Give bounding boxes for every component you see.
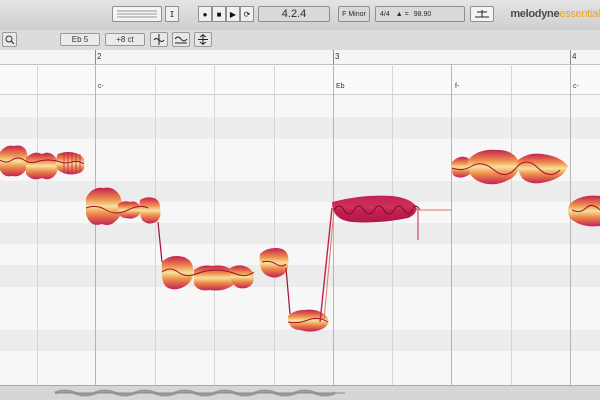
note-blob[interactable] <box>161 256 255 291</box>
note-blob-selected[interactable] <box>332 195 452 240</box>
note-blob-layer <box>0 145 600 332</box>
note-blob[interactable] <box>0 145 85 180</box>
note-blob[interactable] <box>259 207 335 332</box>
overview-scrollbar[interactable] <box>0 385 600 400</box>
note-blob[interactable] <box>451 149 600 227</box>
overview-waveform <box>54 389 345 397</box>
melodyne-window: ⵊ ● ■ ▶ ⟳ 4.2.4 F Minor 4/4 ▲ = 98.90 me… <box>0 0 600 400</box>
note-blob[interactable] <box>85 187 163 263</box>
